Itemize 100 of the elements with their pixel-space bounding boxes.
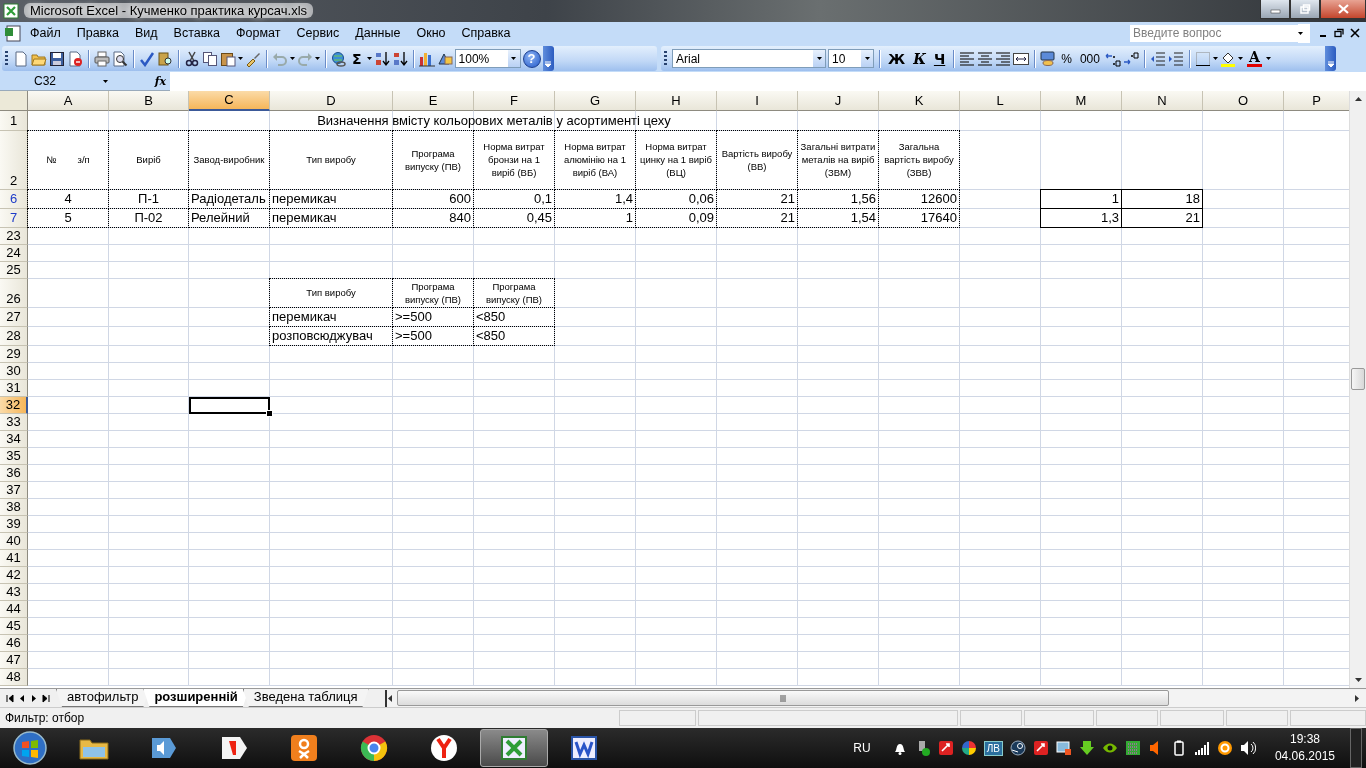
caret-icon[interactable] — [816, 55, 822, 63]
first-sheet-icon[interactable] — [6, 693, 14, 703]
column-header[interactable]: L — [960, 90, 1041, 111]
bar-chart-icon[interactable] — [418, 50, 435, 67]
autosum-button[interactable]: Σ — [349, 49, 365, 68]
restore-button[interactable] — [1290, 0, 1320, 19]
start-orb-icon[interactable] — [12, 730, 48, 766]
close-button[interactable] — [1320, 0, 1366, 19]
last-sheet-icon[interactable] — [42, 693, 50, 703]
caret-icon[interactable] — [1237, 55, 1243, 63]
equalizer-icon[interactable] — [1124, 740, 1141, 756]
row-header[interactable]: 2 — [0, 130, 28, 190]
thousands-button[interactable]: 000 — [1076, 49, 1103, 68]
menu-item[interactable]: Данные — [347, 24, 409, 43]
font-color-button[interactable]: A — [1244, 50, 1264, 68]
active-cell[interactable] — [189, 396, 270, 414]
sort-descending-icon[interactable] — [391, 50, 408, 67]
app-icon[interactable] — [1032, 740, 1049, 756]
column-header[interactable]: F — [474, 90, 555, 111]
scissors-icon[interactable] — [184, 50, 200, 67]
column-header[interactable]: H — [636, 90, 717, 111]
toolbar-options-icon[interactable] — [542, 46, 554, 72]
align-center-icon[interactable] — [977, 50, 994, 67]
select-all-button[interactable] — [0, 90, 28, 111]
menu-item[interactable]: Файл — [22, 24, 69, 43]
caret-icon[interactable] — [1212, 55, 1218, 63]
question-field[interactable]: Введите вопрос — [1130, 24, 1298, 42]
browser-icon[interactable] — [428, 732, 460, 764]
scrollbar-thumb[interactable] — [396, 690, 1169, 707]
book-magnifier-icon[interactable] — [157, 50, 173, 67]
printer-icon[interactable] — [94, 50, 110, 67]
next-sheet-icon[interactable] — [30, 693, 38, 703]
font-combo[interactable]: Arial — [672, 49, 826, 69]
menu-item[interactable]: Вставка — [165, 24, 229, 43]
caret-icon[interactable] — [315, 55, 320, 63]
app-icon[interactable] — [937, 740, 954, 756]
show-desktop-button[interactable] — [1350, 728, 1362, 768]
copy-icon[interactable] — [202, 50, 218, 67]
download-icon[interactable] — [1078, 740, 1095, 756]
column-header[interactable]: J — [798, 90, 879, 111]
browser-icon[interactable] — [358, 732, 390, 764]
steam-icon[interactable] — [1009, 740, 1026, 756]
column-header[interactable]: O — [1203, 90, 1284, 111]
paintbrush-icon[interactable] — [245, 50, 261, 67]
caret-icon[interactable] — [366, 55, 372, 63]
column-header[interactable]: B — [109, 90, 189, 111]
zoom-combo[interactable]: 100% — [454, 49, 521, 69]
workbook-menu-icon[interactable] — [4, 24, 22, 42]
taskbar-button[interactable] — [480, 729, 548, 767]
menu-item[interactable]: Справка — [453, 24, 519, 43]
language-indicator[interactable]: RU — [853, 741, 871, 755]
vertical-scrollbar[interactable] — [1349, 90, 1366, 689]
column-header[interactable]: M — [1041, 90, 1122, 111]
caret-icon[interactable] — [238, 55, 243, 63]
paint-bucket-icon[interactable] — [1219, 50, 1236, 67]
decrease-decimal-icon[interactable] — [1122, 50, 1139, 67]
menu-item[interactable]: Вид — [126, 24, 166, 43]
caret-icon[interactable] — [103, 77, 108, 85]
column-header[interactable]: N — [1122, 90, 1203, 111]
figure-icon[interactable] — [288, 732, 320, 764]
font-size-combo[interactable]: 10 — [828, 49, 874, 69]
caret-icon[interactable] — [290, 55, 295, 63]
tray-badge[interactable]: ЛВ — [983, 740, 1003, 756]
clipboard-icon[interactable] — [220, 50, 236, 67]
ring-icon[interactable] — [1216, 740, 1233, 756]
row-header[interactable]: 1 — [0, 110, 28, 131]
align-right-icon[interactable] — [995, 50, 1012, 67]
percent-button[interactable]: % — [1058, 49, 1075, 68]
column-header[interactable]: P — [1284, 90, 1349, 111]
minimize-button[interactable] — [1260, 0, 1290, 19]
merge-cells-icon[interactable] — [1013, 50, 1030, 67]
column-header[interactable]: K — [879, 90, 960, 111]
coins-icon[interactable] — [1040, 50, 1057, 67]
indent-icon[interactable] — [1167, 50, 1184, 67]
restore-icon[interactable] — [1334, 28, 1344, 39]
caret-icon[interactable] — [1265, 55, 1271, 63]
globe-link-icon[interactable] — [331, 50, 347, 67]
toolbar-options-icon[interactable] — [1325, 46, 1336, 72]
page-magnifier-icon[interactable] — [112, 50, 128, 67]
page-badge-icon[interactable] — [67, 50, 83, 67]
column-header[interactable]: I — [717, 90, 798, 111]
bold-button[interactable]: Ж — [885, 49, 909, 68]
align-left-icon[interactable] — [959, 50, 976, 67]
menu-item[interactable]: Окно — [408, 24, 454, 43]
column-header[interactable]: D — [270, 90, 393, 111]
outdent-icon[interactable] — [1149, 50, 1166, 67]
menu-item[interactable]: Сервис — [288, 24, 348, 43]
column-header[interactable]: G — [555, 90, 636, 111]
previous-sheet-icon[interactable] — [18, 693, 26, 703]
sheet-tab[interactable]: Зведена таблиця — [242, 689, 369, 708]
function-button[interactable]: fx — [154, 74, 166, 88]
row-header[interactable]: 26 — [0, 278, 28, 308]
pie-icon[interactable] — [960, 740, 977, 756]
column-header[interactable]: C — [189, 90, 270, 111]
caret-icon[interactable] — [864, 55, 870, 63]
menu-item[interactable]: Формат — [228, 24, 289, 43]
column-header[interactable]: A — [28, 90, 109, 111]
scrollbar-thumb[interactable] — [1351, 367, 1365, 390]
sort-ascending-icon[interactable] — [373, 50, 390, 67]
monitor-icon[interactable] — [1055, 740, 1072, 756]
